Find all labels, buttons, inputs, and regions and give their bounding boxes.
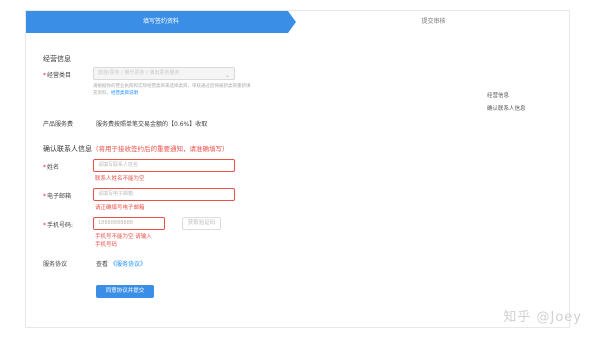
progress-steps: 填写签约资料 提交审核 (26, 11, 571, 33)
contact-section-note: （将用于接收签约后的重要通知，请准确填写） (92, 145, 229, 153)
required-mark: * (43, 72, 46, 79)
side-nav-contact[interactable]: 确认联系人信息 (487, 104, 526, 112)
category-select[interactable]: 旅游/票务 / 娱乐票务 / 演出票务服务 ⌄ (93, 67, 235, 80)
agreement-label: 服务协议 (43, 261, 68, 268)
category-label: *经营类目 (43, 72, 72, 79)
service-fee-value: 服务费按照单笔交易金额的【0.6%】收取 (96, 121, 208, 128)
watermark: 知乎 @Joey (503, 310, 582, 325)
service-agreement-link[interactable]: 《服务协议》 (110, 261, 146, 268)
agreement-text: 查看 《服务协议》 (96, 261, 146, 268)
phone-error: 手机号不能为空 请输入 手机号码 (95, 234, 152, 248)
business-section-title: 经营信息 (43, 55, 71, 63)
service-fee-label: 产品服务费 (43, 121, 74, 128)
category-hint: 请根据你的营业执照和实际经营类目来选择类目，审核通过后将被新类目重新填充资料，经… (93, 84, 251, 96)
required-mark: * (43, 193, 46, 200)
contact-section-title: 确认联系人信息（将用于接收签约后的重要通知，请准确填写） (43, 145, 229, 153)
email-error: 请正确填写电子邮箱 (95, 205, 145, 211)
name-label: *姓名 (43, 164, 60, 171)
name-input[interactable]: 请填写联系人姓名 (93, 159, 235, 172)
required-mark: * (43, 222, 46, 229)
phone-label: *手机号码: (43, 222, 74, 229)
agree-submit-button[interactable]: 同意协议并提交 (96, 285, 154, 298)
chevron-down-icon: ⌄ (224, 72, 230, 79)
step-fill-info: 填写签约资料 (26, 11, 296, 33)
signup-card: 填写签约资料 提交审核 经营信息 *经营类目 旅游/票务 / 娱乐票务 / 演出… (25, 10, 570, 328)
name-error: 联系人姓名不能为空 (95, 176, 145, 182)
email-label: *电子邮箱 (43, 193, 72, 200)
get-code-button[interactable]: 获取验证码 (182, 217, 221, 230)
side-nav-business[interactable]: 经营信息 (487, 91, 509, 99)
required-mark: * (43, 164, 46, 171)
email-input[interactable]: 请填写电子邮箱 (93, 188, 235, 201)
phone-input[interactable]: 18888888888 (93, 217, 165, 230)
category-help-link[interactable]: 经营类目说明 (111, 91, 138, 96)
step-submit-review: 提交审核 (421, 18, 446, 25)
